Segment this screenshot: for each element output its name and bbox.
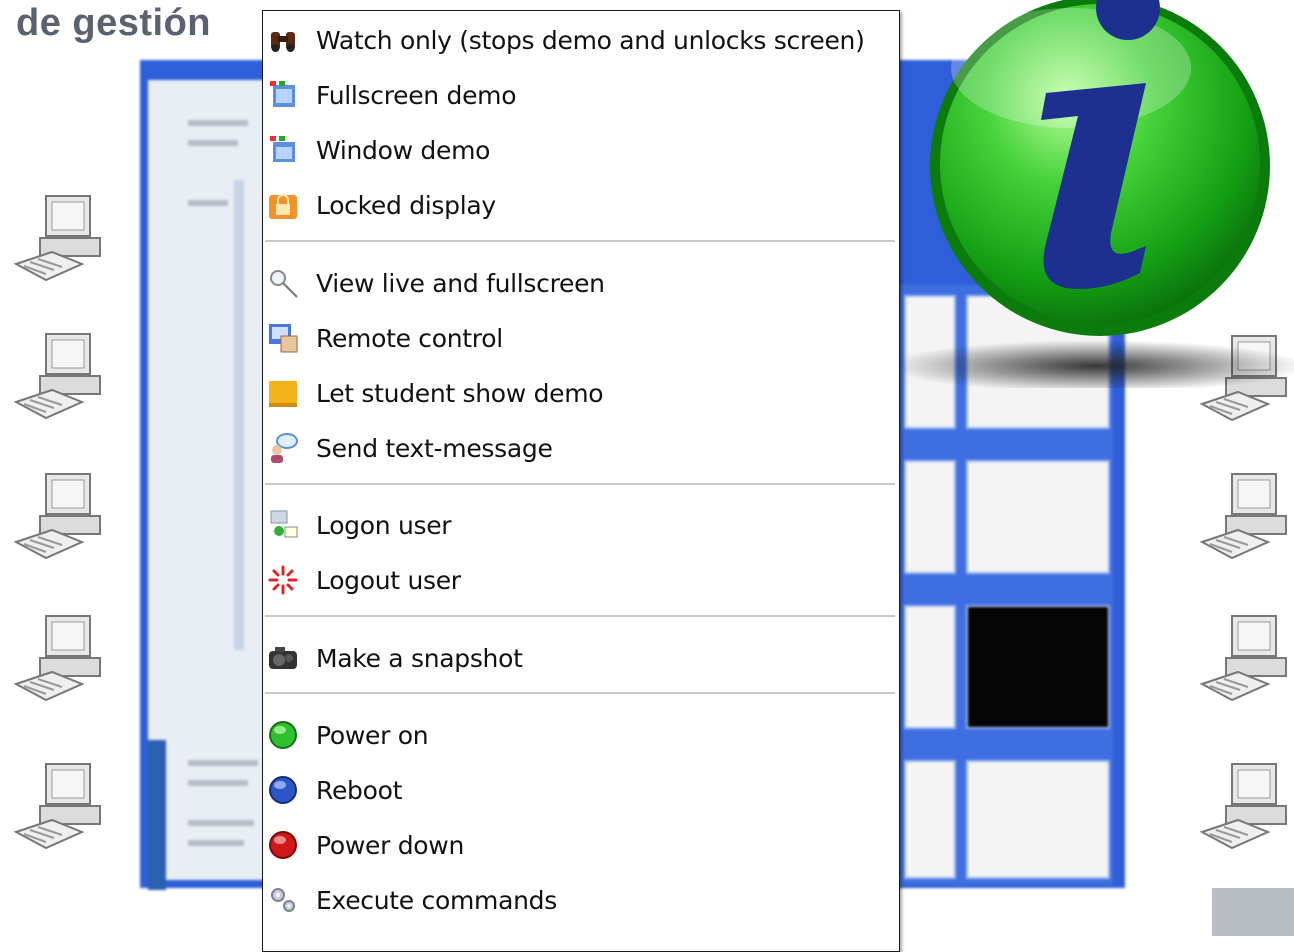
menu-item-fullscreen-demo[interactable]: Fullscreen demo [263,69,899,121]
menu-separator [265,483,895,486]
menu-item-execute-commands[interactable]: Execute commands [263,874,899,926]
logout-user-icon [267,564,299,596]
lock-icon [267,189,299,221]
remote-control-icon [267,322,299,354]
menu-item-remote-control[interactable]: Remote control [263,312,899,364]
menu-separator [265,240,895,243]
slide-title: de gestión [16,2,212,44]
computer-icon [1199,615,1287,702]
menu-item-power-down[interactable]: Power down [263,819,899,871]
menu-item-label: Logon user [316,510,452,540]
menu-item-label: Watch only (stops demo and unlocks scree… [316,25,865,55]
menu-item-send-message[interactable]: Send text-message [263,422,899,474]
computer-icon [13,615,101,702]
menu-item-locked-display[interactable]: Locked display [263,179,899,231]
menu-item-label: Let student show demo [316,378,604,408]
menu-separator [265,615,895,618]
menu-item-label: Power down [316,830,464,860]
menu-item-power-on[interactable]: Power on [263,709,899,761]
fullscreen-demo-icon [267,79,299,111]
menu-item-reboot[interactable]: Reboot [263,764,899,816]
menu-separator [265,692,895,695]
context-menu: Watch only (stops demo and unlocks scree… [262,10,900,952]
computer-icon [1199,763,1287,850]
menu-item-watch-only[interactable]: Watch only (stops demo and unlocks scree… [263,14,899,66]
menu-item-label: Power on [316,720,429,750]
menu-item-logout-user[interactable]: Logout user [263,554,899,606]
menu-item-view-live[interactable]: View live and fullscreen [263,257,899,309]
menu-item-label: Logout user [316,565,461,595]
computer-icon [1199,473,1287,560]
menu-item-label: View live and fullscreen [316,268,605,298]
menu-item-label: Reboot [316,775,403,805]
computer-icon [13,333,101,420]
menu-item-label: Locked display [316,190,496,220]
menu-item-window-demo[interactable]: Window demo [263,124,899,176]
window-demo-icon [267,134,299,166]
logon-user-icon [267,509,299,541]
menu-item-label: Remote control [316,323,503,353]
menu-item-logon-user[interactable]: Logon user [263,499,899,551]
binoculars-icon [267,24,299,56]
menu-item-label: Window demo [316,135,491,165]
corner-gray-block [1212,888,1294,936]
student-demo-icon [267,377,299,409]
menu-item-label: Fullscreen demo [316,80,517,110]
power-down-icon [267,829,299,861]
gears-icon [267,884,299,916]
menu-item-snapshot[interactable]: Make a snapshot [263,632,899,684]
computer-icon [13,473,101,560]
magnifier-icon [267,267,299,299]
camera-icon [267,642,299,674]
menu-item-label: Send text-message [316,433,553,463]
power-on-icon [267,719,299,751]
background-left-panel [148,80,270,890]
computer-icon [13,763,101,850]
menu-item-label: Execute commands [316,885,557,915]
menu-item-label: Make a snapshot [316,643,523,673]
menu-item-student-demo[interactable]: Let student show demo [263,367,899,419]
computer-icon [13,195,101,282]
reboot-icon [267,774,299,806]
message-icon [267,432,299,464]
info-icon [896,0,1294,388]
